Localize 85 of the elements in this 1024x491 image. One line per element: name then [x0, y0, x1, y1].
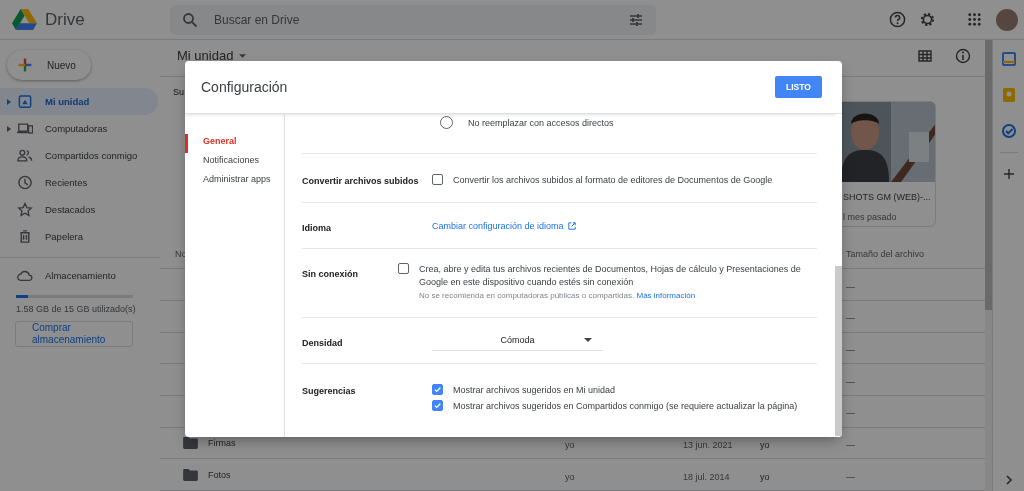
- checkbox[interactable]: [432, 400, 443, 411]
- cloud-icon: [17, 268, 33, 283]
- table-cell: —: [846, 281, 855, 292]
- dialog-title: Configuración: [201, 79, 288, 95]
- option-label: Mostrar archivos sugeridos en Compartidos conmigo (se requiere actualizar la página): [453, 400, 798, 411]
- column-header[interactable]: Tamaño del archivo: [846, 248, 1000, 259]
- settings-tab[interactable]: Notificaciones: [185, 153, 284, 172]
- sidebar-item[interactable]: Destacados: [0, 196, 158, 223]
- drive-icon: [17, 94, 33, 109]
- table-cell: —: [846, 376, 855, 387]
- external-link-icon: [567, 221, 576, 230]
- scrollbar[interactable]: [835, 266, 842, 436]
- table-cell: —: [846, 344, 855, 355]
- table-cell: yo: [565, 471, 575, 482]
- people-icon: [17, 148, 33, 163]
- tasks-icon[interactable]: [1001, 124, 1016, 138]
- table-cell: 18 jul. 2014: [683, 471, 730, 482]
- buy-storage-button[interactable]: Comprar almacenamiento: [15, 321, 133, 347]
- option-label: No reemplazar con accesos directos: [468, 117, 614, 128]
- grid-view-icon[interactable]: [917, 47, 933, 64]
- option-label: Mostrar archivos sugeridos en Mi unidad: [453, 384, 616, 395]
- folder-icon: [183, 436, 198, 449]
- table-cell: —: [846, 471, 855, 482]
- language-link[interactable]: Cambiar configuración de idioma: [432, 220, 564, 231]
- sidebar-item[interactable]: Recientes: [0, 169, 158, 196]
- filter-icon[interactable]: [628, 11, 644, 28]
- sidebar-item[interactable]: Papelera: [0, 223, 158, 250]
- settings-tab[interactable]: General: [185, 134, 284, 153]
- storage-label: Almacenamiento: [45, 270, 116, 281]
- new-button[interactable]: Nuevo: [7, 50, 91, 80]
- setting-label: Sin conexión: [302, 269, 358, 279]
- table-cell: —: [846, 313, 855, 324]
- storage-usage: 1.58 GB de 15 GB utilizado(s): [16, 304, 137, 314]
- sidebar-item[interactable]: Compartidos conmigo: [0, 142, 158, 169]
- trash-icon: [17, 229, 33, 244]
- table-cell: 13 jun. 2021: [683, 439, 733, 450]
- search-bar[interactable]: Buscar en Drive: [170, 4, 656, 35]
- help-icon[interactable]: [889, 11, 906, 28]
- settings-tab[interactable]: Administrar apps: [185, 172, 284, 191]
- apps-icon[interactable]: [966, 11, 983, 28]
- more-info-link[interactable]: Más información: [636, 291, 696, 300]
- chevron-right-icon[interactable]: [1003, 475, 1014, 485]
- app-name: Drive: [45, 9, 85, 30]
- folder-icon: [183, 468, 198, 481]
- search-icon: [182, 11, 198, 28]
- caret-icon[interactable]: [239, 53, 247, 58]
- checkbox[interactable]: [432, 384, 443, 395]
- checkbox[interactable]: [398, 263, 409, 274]
- expand-arrow-icon[interactable]: [6, 98, 11, 105]
- star-icon: [17, 202, 33, 217]
- done-button[interactable]: LISTO: [775, 76, 822, 98]
- drive-logo-icon: [12, 8, 37, 31]
- caret-icon: [584, 338, 592, 342]
- setting-label: Idioma: [302, 222, 331, 233]
- note-text: No se recomienda en computadoras públicas o compartidas.: [419, 291, 635, 300]
- clock-icon: [17, 175, 33, 190]
- card-title: SHOTS GM (WEB)-...: [842, 190, 932, 202]
- expand-arrow-icon[interactable]: [6, 125, 11, 132]
- folder-title[interactable]: Mi unidad: [177, 48, 234, 64]
- computer-icon: [17, 121, 33, 136]
- file-name[interactable]: Firmas: [208, 437, 236, 448]
- table-cell: yo: [760, 439, 770, 450]
- sidebar-item[interactable]: Computadoras: [0, 115, 158, 142]
- info-icon[interactable]: [955, 47, 971, 64]
- setting-label: Convertir archivos subidos: [302, 176, 419, 186]
- option-label: Crea, abre y edita tus archivos recientes de Documentos, Hojas de cálculo y Presentaciones de Google en este dispositivo cuando estés sin conexión: [419, 263, 802, 289]
- sidebar-item[interactable]: Mi unidad: [0, 88, 158, 115]
- file-name[interactable]: Fotos: [208, 469, 231, 480]
- table-cell: yo: [760, 471, 770, 482]
- table-cell: yo: [565, 439, 575, 450]
- search-field[interactable]: Buscar en Drive: [212, 11, 614, 28]
- table-cell: —: [846, 439, 855, 450]
- table-cell: —: [846, 408, 855, 419]
- plus-icon: [17, 57, 33, 73]
- calendar-icon[interactable]: [1001, 52, 1016, 66]
- plus-icon[interactable]: [1003, 169, 1014, 179]
- settings-icon[interactable]: [919, 11, 936, 28]
- density-dropdown[interactable]: Cómoda: [432, 330, 603, 351]
- option-label: Convertir los archivos subidos al formato de editores de Documentos de Google: [453, 174, 773, 185]
- avatar[interactable]: [996, 8, 1018, 31]
- checkbox[interactable]: [432, 174, 443, 185]
- setting-label: Sugerencias: [302, 386, 356, 396]
- scrollbar[interactable]: [985, 40, 992, 310]
- setting-label: Densidad: [302, 337, 343, 348]
- section-heading: Su: [173, 86, 184, 97]
